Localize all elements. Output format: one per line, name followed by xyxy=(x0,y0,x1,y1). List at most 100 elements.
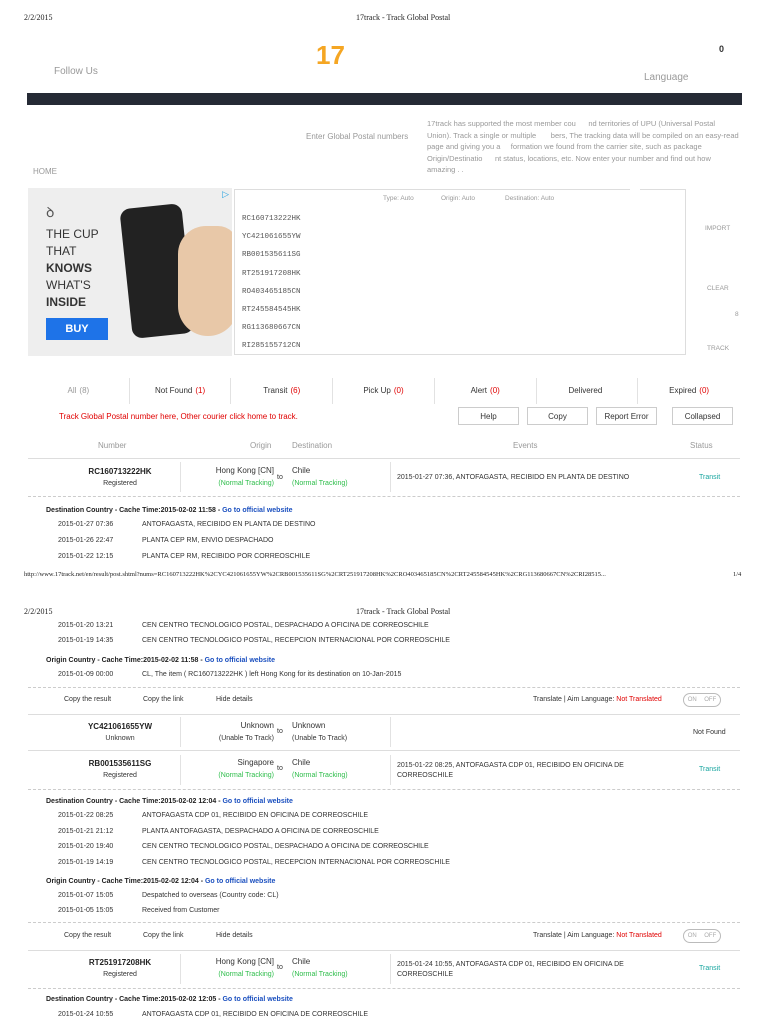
tracking-number[interactable]: YC421061655YW xyxy=(68,722,172,731)
origin-country: Hong Kong [CN] xyxy=(215,957,274,966)
ad-line-4: WHAT'S xyxy=(46,278,91,292)
event-text: CEN CENTRO TECNOLOGICO POSTAL, DESPACHAD… xyxy=(142,843,429,850)
number-count: 8 xyxy=(735,311,739,318)
tracking-number[interactable]: RB001535611SG xyxy=(68,759,172,768)
dest-cache-head: Destination Country - Cache Time:2015-02… xyxy=(46,996,293,1003)
to-label: to xyxy=(277,728,283,735)
result-row[interactable]: RB001535611SG Registered Singapore (Norm… xyxy=(28,752,740,788)
tracking-type: Registered xyxy=(103,971,137,978)
enter-label: Enter Global Postal numbers xyxy=(306,132,409,141)
tab-pick-up[interactable]: Pick Up (0) xyxy=(333,378,435,404)
tracking-number-line[interactable]: RC160713222HK xyxy=(242,210,301,228)
print-date: 2/2/2015 xyxy=(24,13,53,22)
dest-cache-head: Destination Country - Cache Time:2015-02… xyxy=(46,507,293,514)
event-text: CEN CENTRO TECNOLOGICO POSTAL, RECEPCION… xyxy=(142,637,450,644)
event-time: 2015-01-19 14:19 xyxy=(58,858,114,866)
tab-expired[interactable]: Expired (0) xyxy=(638,378,740,404)
collapsed-button[interactable]: Collapsed xyxy=(672,407,733,425)
tracking-number-line[interactable]: RB001535611SG xyxy=(242,246,301,264)
event-time: 2015-01-27 07:36 xyxy=(58,521,114,528)
language-selector[interactable]: Language xyxy=(644,72,689,83)
tab-transit[interactable]: Transit (6) xyxy=(231,378,334,404)
official-website-link[interactable]: Go to official website xyxy=(222,996,292,1003)
official-website-link[interactable]: Go to official website xyxy=(222,507,292,514)
hide-details-link[interactable]: Hide details xyxy=(216,932,253,939)
to-label: to xyxy=(277,474,283,481)
tracking-number-line[interactable]: RT251917208HK xyxy=(242,265,301,283)
tab-not-found[interactable]: Not Found (1) xyxy=(130,378,232,404)
dest-tracking: (Normal Tracking) xyxy=(292,480,348,487)
copy-link-link[interactable]: Copy the link xyxy=(143,696,183,703)
destination-meta[interactable]: Destination: Auto xyxy=(505,195,554,202)
event-text: ANTOFAGASTA, RECIBIDO EN PLANTA DE DESTI… xyxy=(142,521,316,528)
tracking-number[interactable]: RT251917208HK xyxy=(68,958,172,967)
tracking-type: Unknown xyxy=(105,735,135,742)
print-date-2: 2/2/2015 xyxy=(24,607,53,616)
type-meta[interactable]: Type: Auto xyxy=(383,195,414,202)
copy-result-link[interactable]: Copy the result xyxy=(64,696,111,703)
origin-country: Singapore xyxy=(237,758,274,767)
latest-event: 2015-01-22 08:25, ANTOFAGASTA CDP 01, RE… xyxy=(397,762,624,779)
hide-details-link[interactable]: Hide details xyxy=(216,696,253,703)
footer-url: http://www.17track.net/en/result/post.sh… xyxy=(24,571,606,578)
track-button[interactable]: TRACK xyxy=(707,345,729,352)
import-button[interactable]: IMPORT xyxy=(705,225,730,232)
tab-alert[interactable]: Alert (0) xyxy=(435,378,537,404)
follow-us-link[interactable]: Follow Us xyxy=(54,66,98,77)
ad-banner[interactable]: ▷ ꝺ THE CUP THAT KNOWS WHAT'S INSIDE BUY xyxy=(28,188,232,356)
result-row[interactable]: RT251917208HK Registered Hong Kong [CN] … xyxy=(28,951,740,987)
adchoices-icon[interactable]: ▷ xyxy=(222,189,229,200)
result-row[interactable]: RC160713222HK Registered Hong Kong [CN] … xyxy=(28,458,740,496)
event-text: CEN CENTRO TECNOLOGICO POSTAL, RECEPCION… xyxy=(142,858,450,866)
clear-button[interactable]: CLEAR xyxy=(707,285,729,292)
origin-tracking: (Unable To Track) xyxy=(218,735,274,742)
ad-buy-button[interactable]: BUY xyxy=(46,318,108,340)
event-text: PLANTA CEP RM, RECIBIDO POR CORREOSCHILE xyxy=(142,553,311,560)
translate-label: Translate | Aim Language: Not Translated xyxy=(533,696,662,703)
report-error-button[interactable]: Report Error xyxy=(596,407,657,425)
tab-all[interactable]: All (8) xyxy=(28,378,130,404)
translate-label: Translate | Aim Language: Not Translated xyxy=(533,932,662,939)
translate-toggle[interactable]: ON OFF xyxy=(683,693,721,707)
ad-line-2: THAT xyxy=(46,244,77,258)
event-time: 2015-01-20 19:40 xyxy=(58,843,114,850)
official-website-link[interactable]: Go to official website xyxy=(205,878,275,885)
dest-country: Chile xyxy=(292,466,311,475)
official-website-link[interactable]: Go to official website xyxy=(205,657,275,664)
cart-count[interactable]: 0 xyxy=(719,44,724,54)
tracking-number-line[interactable]: RG113680667CN xyxy=(242,319,301,337)
tracking-number-line[interactable]: YC421061655YW xyxy=(242,228,301,246)
event-text: PLANTA CEP RM, ENVIO DESPACHADO xyxy=(142,537,274,544)
tracking-number-line[interactable]: RT245584545HK xyxy=(242,301,301,319)
event-text: CEN CENTRO TECNOLOGICO POSTAL, DESPACHAD… xyxy=(142,622,429,629)
col-events: Events xyxy=(513,441,538,450)
status-badge: Transit xyxy=(699,474,721,481)
ad-line-1: THE CUP xyxy=(46,227,99,241)
status-badge: Transit xyxy=(699,766,721,773)
copy-result-link[interactable]: Copy the result xyxy=(64,932,111,939)
tracking-number[interactable]: RC160713222HK xyxy=(68,467,172,476)
tracking-number-line[interactable]: RI285155712CN xyxy=(242,337,301,355)
tracking-input[interactable]: Type: Auto Origin: Auto Destination: Aut… xyxy=(234,189,686,355)
status-tabs: All (8) Not Found (1) Transit (6) Pick Up (0) Al… xyxy=(28,378,740,404)
help-button[interactable]: Help xyxy=(458,407,519,425)
event-text: ANTOFAGASTA CDP 01, RECIBIDO EN OFICINA … xyxy=(142,1011,368,1018)
origin-meta[interactable]: Origin: Auto xyxy=(441,195,475,202)
event-time: 2015-01-09 00:00 xyxy=(58,671,114,678)
number-list[interactable]: RC160713222HK YC421061655YW RB001535611SG R… xyxy=(242,210,301,356)
translate-toggle[interactable]: ON OFF xyxy=(683,929,721,943)
event-time: 2015-01-22 08:25 xyxy=(58,812,114,819)
copy-button[interactable]: Copy xyxy=(527,407,588,425)
tracking-number-line[interactable]: RO403465185CN xyxy=(242,283,301,301)
status-badge: Transit xyxy=(699,965,721,972)
dest-tracking: (Unable To Track) xyxy=(292,735,348,742)
official-website-link[interactable]: Go to official website xyxy=(222,798,292,805)
logo[interactable]: 17 xyxy=(316,40,345,71)
event-time: 2015-01-26 22:47 xyxy=(58,537,114,544)
origin-tracking: (Normal Tracking) xyxy=(218,971,274,978)
copy-link-link[interactable]: Copy the link xyxy=(143,932,183,939)
overlay-gap xyxy=(630,162,640,354)
result-row[interactable]: YC421061655YW Unknown Unknown (Unable To… xyxy=(28,714,740,750)
to-label: to xyxy=(277,964,283,971)
home-link[interactable]: HOME xyxy=(33,167,57,176)
